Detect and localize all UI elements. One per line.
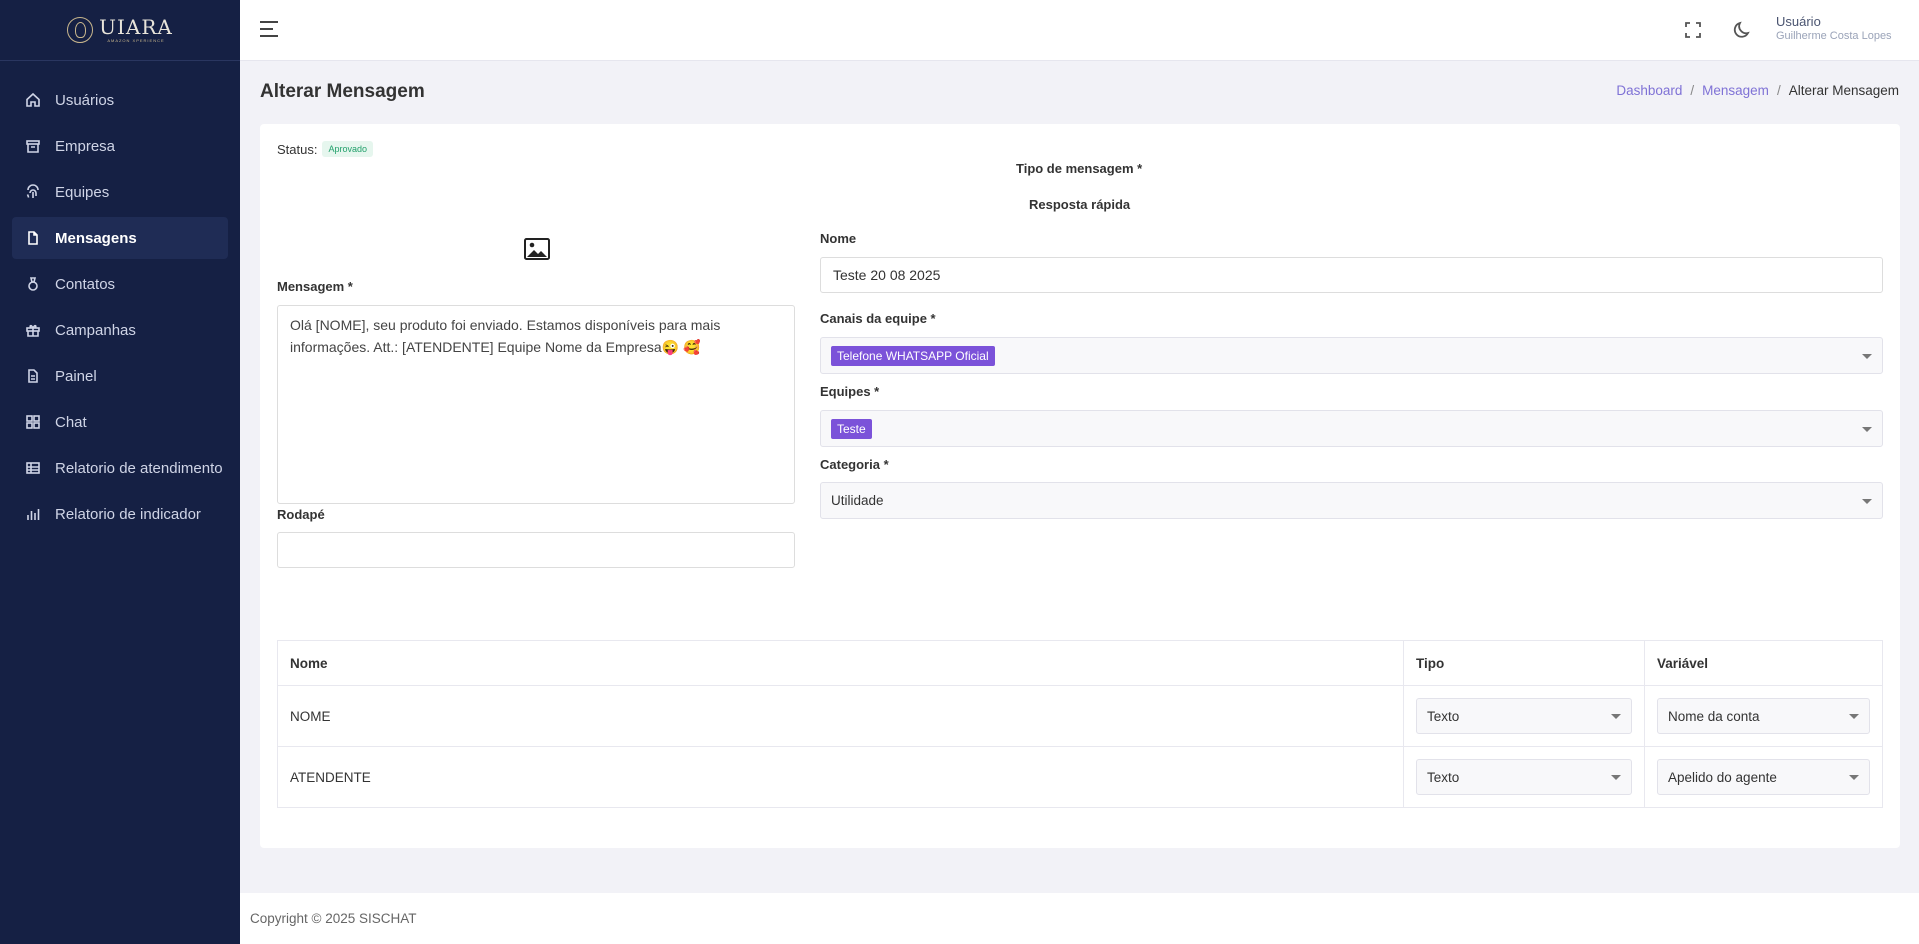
status-label: Status: (277, 141, 318, 157)
variable-name-cell: NOME (277, 685, 1404, 747)
sidebar-nav: Usuários Empresa Equipes Mensagens Conta… (0, 61, 240, 535)
chevron-down-icon (1862, 498, 1872, 504)
chevron-down-icon (1611, 714, 1621, 719)
channels-label: Canais da equipe * (820, 311, 936, 326)
breadcrumb-separator: / (1690, 83, 1695, 98)
variable-type-select[interactable]: Texto (1416, 698, 1632, 734)
message-type-label: Tipo de mensagem * (1016, 161, 1143, 176)
image-upload-icon[interactable] (524, 238, 550, 260)
column-header-name: Nome (277, 640, 1404, 686)
breadcrumb-mensagem-link[interactable]: Mensagem (1702, 83, 1769, 98)
table-row: ATENDENTE Texto Apelido do agente (277, 746, 1883, 808)
message-textarea[interactable]: Olá [NOME], seu produto foi enviado. Est… (277, 305, 795, 504)
sidebar-item-mensagens[interactable]: Mensagens (12, 217, 228, 259)
variable-source-select[interactable]: Apelido do agente (1657, 759, 1870, 795)
table-row: NOME Texto Nome da conta (277, 685, 1883, 747)
archive-icon (25, 138, 41, 154)
chevron-down-icon (1849, 714, 1859, 719)
message-type-value: Resposta rápida (1029, 197, 1131, 212)
variables-table: Nome Tipo Variável NOME Texto Nome da co… (277, 640, 1883, 808)
sidebar-item-label: Empresa (55, 137, 116, 155)
sidebar-item-usuarios[interactable]: Usuários (12, 79, 228, 121)
sidebar-item-label: Relatorio de atendimento (55, 459, 223, 477)
category-select[interactable]: Utilidade (820, 482, 1883, 519)
sidebar-item-label: Usuários (55, 91, 115, 109)
message-label: Mensagem * (277, 279, 353, 294)
brand-subtitle: AMAZON XPERIENCE (107, 38, 165, 43)
document-icon (25, 368, 41, 384)
sidebar-item-relatorio-atendimento[interactable]: Relatorio de atendimento (12, 447, 228, 489)
sidebar-item-label: Equipes (55, 183, 110, 201)
variable-name-cell: ATENDENTE (277, 746, 1404, 808)
sidebar-item-relatorio-indicador[interactable]: Relatorio de indicador (12, 493, 228, 535)
name-label: Nome (820, 231, 857, 246)
home-icon (25, 92, 41, 108)
fingerprint-icon (25, 184, 41, 200)
medal-icon (25, 276, 41, 292)
sidebar-item-painel[interactable]: Painel (12, 355, 228, 397)
variable-type-value: Texto (1427, 708, 1460, 724)
teams-label: Equipes * (820, 384, 880, 399)
variable-source-value: Nome da conta (1668, 708, 1760, 724)
team-tag[interactable]: Teste (831, 418, 872, 439)
user-name: Usuário (1776, 14, 1821, 29)
chevron-down-icon (1849, 775, 1859, 780)
breadcrumb-current: Alterar Mensagem (1788, 83, 1899, 98)
page-title: Alterar Mensagem (260, 81, 425, 102)
chevron-down-icon (1611, 775, 1621, 780)
breadcrumb-separator: / (1776, 83, 1781, 98)
bar-chart-icon (25, 506, 41, 522)
teams-select[interactable]: Teste (820, 410, 1883, 447)
variable-source-select[interactable]: Nome da conta (1657, 698, 1870, 734)
file-icon (25, 230, 41, 246)
sidebar-item-label: Mensagens (55, 229, 137, 247)
sidebar-item-label: Contatos (55, 275, 116, 293)
brand-logo[interactable]: UIARA AMAZON XPERIENCE (0, 0, 240, 61)
column-header-type: Tipo (1403, 640, 1645, 686)
name-input[interactable]: Teste 20 08 2025 (820, 257, 1883, 293)
logo-emblem-icon (67, 17, 94, 43)
grid-icon (25, 414, 41, 430)
user-menu[interactable]: Usuário Guilherme Costa Lopes (1776, 14, 1892, 43)
category-label: Categoria * (820, 457, 889, 472)
variable-type-value: Texto (1427, 769, 1460, 785)
variable-type-select[interactable]: Texto (1416, 759, 1632, 795)
table-icon (25, 460, 41, 476)
breadcrumb-dashboard-link[interactable]: Dashboard (1616, 83, 1682, 98)
variable-source-value: Apelido do agente (1668, 769, 1777, 785)
status-row: Status: Aprovado (277, 141, 373, 157)
sidebar-item-contatos[interactable]: Contatos (12, 263, 228, 305)
sidebar-item-campanhas[interactable]: Campanhas (12, 309, 228, 351)
sidebar-item-chat[interactable]: Chat (12, 401, 228, 443)
fullscreen-icon[interactable] (1683, 20, 1703, 40)
user-full-name: Guilherme Costa Lopes (1776, 29, 1892, 42)
chevron-down-icon (1862, 353, 1872, 359)
column-header-variable: Variável (1644, 640, 1883, 686)
sidebar-item-empresa[interactable]: Empresa (12, 125, 228, 167)
dark-mode-moon-icon[interactable] (1733, 20, 1753, 40)
channels-select[interactable]: Telefone WHATSAPP Oficial (820, 337, 1883, 374)
sidebar-item-label: Campanhas (55, 321, 136, 339)
chevron-down-icon (1862, 426, 1872, 432)
brand-name: UIARA (99, 15, 173, 39)
breadcrumb: Dashboard / Mensagem / Alterar Mensagem (1616, 83, 1899, 98)
footer-input[interactable] (277, 532, 795, 568)
footer-label: Rodapé (277, 507, 325, 522)
topbar: Usuário Guilherme Costa Lopes (240, 0, 1919, 61)
gift-icon (25, 322, 41, 338)
sidebar-item-label: Relatorio de indicador (55, 505, 201, 523)
sidebar-item-label: Chat (55, 413, 87, 431)
menu-toggle-icon[interactable] (260, 21, 278, 37)
sidebar-item-equipes[interactable]: Equipes (12, 171, 228, 213)
sidebar: UIARA AMAZON XPERIENCE Usuários Empresa … (0, 0, 240, 944)
table-header-row: Nome Tipo Variável (277, 640, 1883, 686)
channel-tag[interactable]: Telefone WHATSAPP Oficial (831, 345, 995, 366)
category-value: Utilidade (831, 493, 884, 508)
copyright-text: Copyright © 2025 SISCHAT (250, 911, 417, 926)
sidebar-item-label: Painel (55, 367, 97, 385)
message-form-card: Status: Aprovado Tipo de mensagem * Resp… (260, 124, 1900, 848)
status-badge: Aprovado (322, 141, 373, 157)
page-footer: Copyright © 2025 SISCHAT (240, 893, 1919, 944)
